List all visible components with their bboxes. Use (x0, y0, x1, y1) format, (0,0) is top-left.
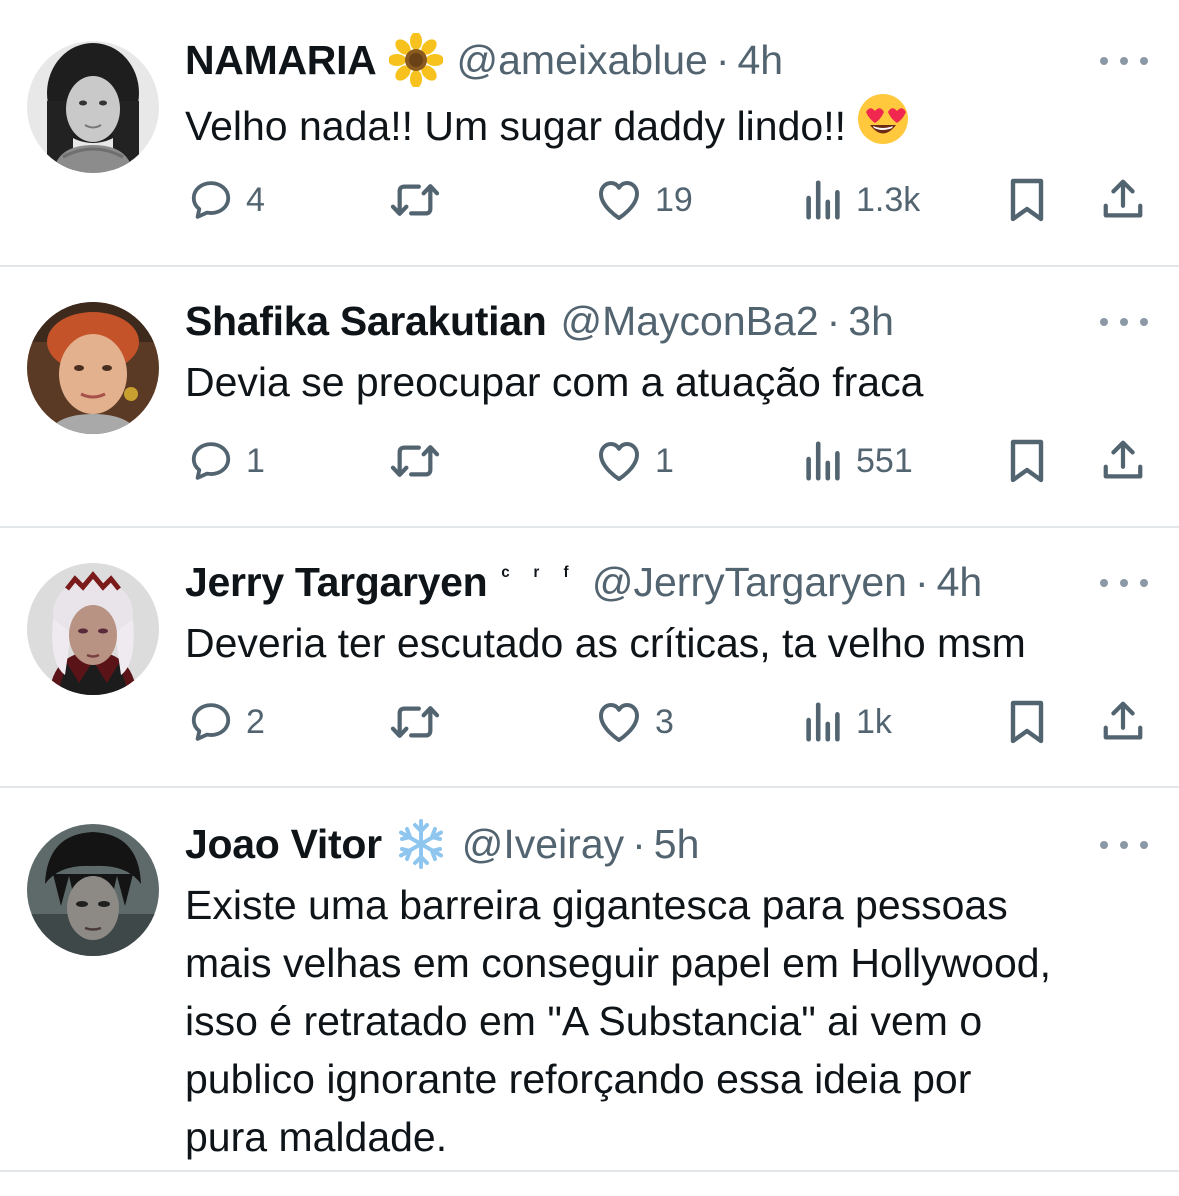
divider (0, 1170, 1179, 1172)
tweet-text-line: Existe uma barreira gigantesca para pess… (185, 882, 1008, 928)
user-handle[interactable]: @MayconBa2 (560, 296, 818, 346)
tweet-3[interactable]: Jerry Targaryen ᶜ ʳ ᶠ @JerryTargaryen · … (0, 527, 1179, 787)
bookmark-icon (1010, 178, 1044, 222)
separator-dot: · (715, 37, 730, 83)
tweet-text-line: pura maldade. (185, 1114, 448, 1160)
bookmark-icon (1010, 700, 1044, 744)
reply-button[interactable]: 4 (188, 170, 265, 230)
tweet-text-content: Deveria ter escutado as críticas, ta vel… (185, 620, 1026, 666)
tweet-header: Joao Vitor @Iveiray · 5h (185, 819, 699, 869)
view-count: 1.3k (856, 180, 921, 219)
repost-icon (390, 706, 440, 738)
user-handle[interactable]: @ameixablue (457, 35, 708, 85)
more-options-icon[interactable] (1100, 573, 1148, 593)
repost-button[interactable] (387, 170, 443, 230)
reply-icon (191, 181, 231, 219)
timestamp[interactable]: 4h (737, 35, 783, 85)
bookmark-button[interactable] (1007, 692, 1047, 752)
share-button[interactable] (1100, 431, 1146, 491)
reply-icon (191, 442, 231, 480)
repost-button[interactable] (387, 692, 443, 752)
tweet-text-content: Velho nada!! Um sugar daddy lindo!! (185, 103, 846, 149)
tweet-actions: 4 19 1.3k (0, 170, 1179, 230)
like-count: 19 (655, 180, 693, 219)
repost-button[interactable] (387, 431, 443, 491)
more-options-icon[interactable] (1100, 835, 1148, 855)
user-handle[interactable]: @JerryTargaryen (592, 557, 907, 607)
share-button[interactable] (1100, 692, 1146, 752)
tweet-header: Shafika Sarakutian @MayconBa2 · 3h (185, 296, 894, 346)
views-button[interactable]: 1k (802, 692, 892, 752)
views-chart-icon (806, 441, 840, 481)
reply-icon (191, 703, 231, 741)
views-chart-icon (806, 180, 840, 220)
tweet-text-content: Devia se preocupar com a atuação fraca (185, 359, 924, 405)
display-name[interactable]: Shafika Sarakutian (185, 296, 547, 346)
sunflower-icon (388, 33, 443, 87)
reply-count: 4 (246, 180, 265, 219)
like-button[interactable]: 19 (595, 170, 693, 230)
heart-icon (599, 442, 639, 481)
views-button[interactable]: 1.3k (802, 170, 920, 230)
like-count: 3 (655, 702, 674, 741)
user-handle[interactable]: @Iveiray (462, 819, 624, 869)
avatar-shafika[interactable] (27, 302, 159, 434)
tweet-4[interactable]: Joao Vitor @Iveiray · 5h Existe uma barr… (0, 787, 1179, 1177)
separator-dot: · (632, 821, 646, 867)
tweet-1[interactable]: NAMARIA @ameixablue · 4h Velho nada!! Um… (0, 0, 1179, 266)
views-chart-icon (806, 702, 840, 742)
separator-dot: · (826, 298, 841, 344)
repost-icon (390, 184, 440, 216)
display-name[interactable]: Joao Vitor (185, 819, 382, 869)
tweet-text: Devia se preocupar com a atuação fraca (185, 353, 1145, 411)
tweet-header: Jerry Targaryen ᶜ ʳ ᶠ @JerryTargaryen · … (185, 557, 982, 607)
timestamp[interactable]: 3h (848, 296, 894, 346)
reply-button[interactable]: 1 (188, 431, 265, 491)
separator-dot: · (914, 559, 929, 605)
heart-eyes-icon (856, 92, 910, 161)
snowflake-icon (394, 817, 448, 871)
bookmark-button[interactable] (1007, 431, 1047, 491)
display-name[interactable]: NAMARIA (185, 35, 377, 85)
view-count: 551 (856, 441, 913, 480)
more-options-icon[interactable] (1100, 312, 1148, 332)
heart-icon (599, 181, 639, 220)
tweet-text-line: isso é retratado em "A Substancia" ai ve… (185, 998, 983, 1044)
tweet-text-line: mais velhas em conseguir papel em Hollyw… (185, 940, 1051, 986)
tweet-text: Deveria ter escutado as críticas, ta vel… (185, 614, 1145, 672)
display-name[interactable]: Jerry Targaryen (185, 557, 488, 607)
reply-count: 2 (246, 702, 265, 741)
tweet-header: NAMARIA @ameixablue · 4h (185, 33, 783, 87)
share-icon (1103, 701, 1143, 740)
share-icon (1103, 179, 1143, 218)
repost-icon (390, 445, 440, 477)
reply-button[interactable]: 2 (188, 692, 265, 752)
avatar-namaria[interactable] (27, 41, 159, 173)
tweet-2[interactable]: Shafika Sarakutian @MayconBa2 · 3h Devia… (0, 266, 1179, 527)
avatar-joao[interactable] (27, 824, 159, 956)
name-suffix: ᶜ ʳ ᶠ (501, 562, 578, 587)
heart-icon (599, 703, 639, 742)
bookmark-icon (1010, 439, 1044, 483)
share-button[interactable] (1100, 170, 1146, 230)
reply-count: 1 (246, 441, 265, 480)
more-options-icon[interactable] (1100, 51, 1148, 71)
tweet-text-line: publico ignorante reforçando essa ideia … (185, 1056, 972, 1102)
timestamp[interactable]: 5h (654, 819, 700, 869)
reply-feed: NAMARIA @ameixablue · 4h Velho nada!! Um… (0, 0, 1179, 1196)
share-icon (1103, 440, 1143, 479)
like-count: 1 (655, 441, 674, 480)
bookmark-button[interactable] (1007, 170, 1047, 230)
view-count: 1k (856, 702, 892, 741)
timestamp[interactable]: 4h (937, 557, 983, 607)
tweet-actions: 2 3 1k (0, 692, 1179, 752)
tweet-text: Velho nada!! Um sugar daddy lindo!! (185, 92, 1145, 161)
views-button[interactable]: 551 (802, 431, 913, 491)
like-button[interactable]: 1 (595, 431, 674, 491)
avatar-jerry[interactable] (27, 563, 159, 695)
tweet-text: Existe uma barreira gigantesca para pess… (185, 876, 1145, 1166)
like-button[interactable]: 3 (595, 692, 674, 752)
tweet-actions: 1 1 551 (0, 431, 1179, 491)
